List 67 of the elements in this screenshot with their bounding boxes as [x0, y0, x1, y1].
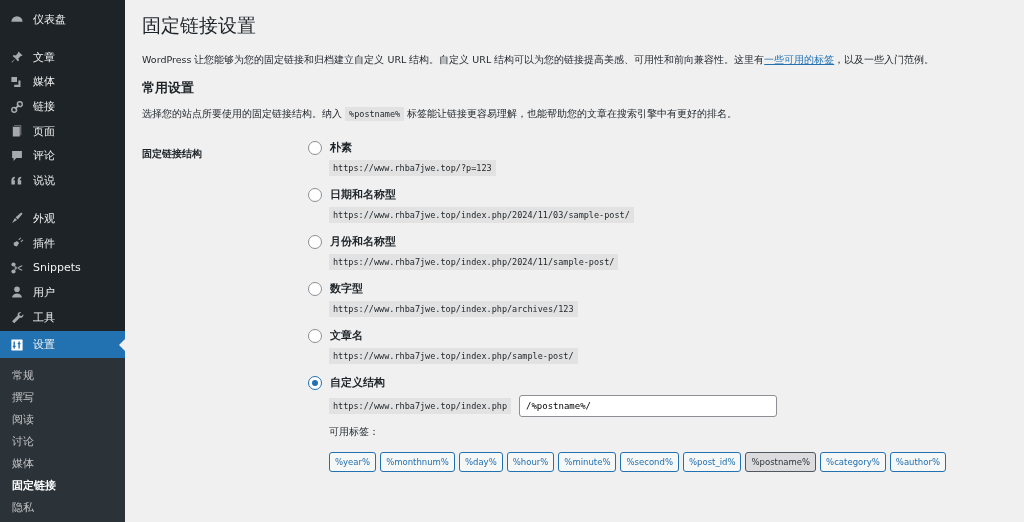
wrench-icon	[10, 310, 24, 325]
tag-button[interactable]: %day%	[458, 452, 503, 472]
option-label: 数字型	[330, 282, 363, 296]
intro-text: WordPress 让您能够为您的固定链接和归档建立自定义 URL 结构。自定义 URL 结构可以为您的链接提高美感、可用性和前向兼容性。这里有一些可用的标签，以及一些入门范例。	[142, 53, 936, 67]
menu-item[interactable]: 外观	[0, 206, 125, 231]
submenu-item[interactable]: 阅读	[0, 408, 125, 430]
radio-button[interactable]	[308, 141, 322, 155]
sliders-icon	[10, 337, 24, 352]
menu-item[interactable]: 文章	[0, 44, 125, 70]
tags-link[interactable]: 一些可用的标签	[764, 54, 835, 65]
menu-item[interactable]: 说说	[0, 168, 125, 193]
tag-button[interactable]: %second%	[620, 452, 679, 472]
scissors-icon	[10, 260, 24, 275]
section-title: 常用设置	[142, 79, 195, 97]
tag-button[interactable]: %year%	[329, 452, 377, 472]
option-label: 朴素	[330, 141, 352, 155]
option-label: 自定义结构	[330, 376, 385, 390]
page-title: 固定链接设置	[142, 13, 257, 38]
menu-item[interactable]: Snippets	[0, 255, 125, 281]
option-label: 文章名	[330, 329, 363, 343]
tag-button[interactable]: %category%	[820, 452, 886, 472]
option-label: 日期和名称型	[330, 188, 396, 202]
brush-icon	[10, 211, 24, 226]
example-url: https://www.rhba7jwe.top/index.php/sample-post/	[329, 348, 578, 364]
tag-button[interactable]: %postname%	[745, 452, 817, 472]
submenu-item[interactable]: 讨论	[0, 430, 125, 452]
menu-item[interactable]: 插件	[0, 230, 125, 256]
tag-button[interactable]: %post_id%	[682, 452, 742, 472]
example-url: https://www.rhba7jwe.top/?p=123	[329, 160, 496, 176]
radio-button[interactable]	[308, 329, 322, 343]
url-prefix: https://www.rhba7jwe.top/index.php	[329, 398, 511, 414]
menu-item[interactable]: 用户	[0, 280, 125, 305]
radio-button[interactable]	[308, 376, 322, 390]
example-url: https://www.rhba7jwe.top/index.php/2024/11/03/sample-post/	[329, 207, 634, 223]
tag-button[interactable]: %monthnum%	[380, 452, 455, 472]
submenu-item[interactable]: 常规	[0, 364, 125, 386]
media-icon	[10, 74, 24, 89]
code-tag: %postname%	[345, 107, 405, 121]
radio-button[interactable]	[308, 282, 322, 296]
submenu-item[interactable]: 撰写	[0, 386, 125, 408]
page-icon	[10, 124, 24, 139]
tags-label: 可用标签：	[329, 425, 380, 439]
menu-item[interactable]: 页面	[0, 118, 125, 144]
comment-icon	[10, 148, 24, 163]
link-icon	[10, 99, 24, 114]
submenu-item[interactable]: 媒体	[0, 452, 125, 474]
menu-item[interactable]: 链接	[0, 94, 125, 119]
pin-icon	[10, 50, 24, 65]
menu-item[interactable]: 仪表盘	[0, 7, 125, 32]
structure-input[interactable]: /%postname%/	[519, 395, 777, 417]
radio-button[interactable]	[308, 188, 322, 202]
menu-item[interactable]: 媒体	[0, 69, 125, 95]
tag-button[interactable]: %author%	[889, 452, 946, 472]
submenu-item[interactable]: 隐私	[0, 496, 125, 518]
submenu-item[interactable]: 固定链接	[0, 474, 125, 496]
menu-item[interactable]: 评论	[0, 143, 125, 169]
user-icon	[10, 285, 24, 300]
radio-button[interactable]	[308, 235, 322, 249]
example-url: https://www.rhba7jwe.top/index.php/archives/123	[329, 301, 578, 317]
menu-item[interactable]: 工具	[0, 304, 125, 330]
description-text: 选择您的站点所要使用的固定链接结构。纳入 %postname% 标签能让链接更容易理解，也能帮助您的文章在搜索引擎中有更好的排名。	[142, 106, 739, 123]
tag-button[interactable]: %minute%	[558, 452, 617, 472]
option-label: 月份和名称型	[330, 235, 396, 249]
menu-item[interactable]: 设置	[0, 331, 125, 358]
tag-button[interactable]: %hour%	[506, 452, 555, 472]
example-url: https://www.rhba7jwe.top/index.php/2024/11/sample-post/	[329, 254, 619, 270]
field-label: 固定链接结构	[142, 147, 203, 161]
